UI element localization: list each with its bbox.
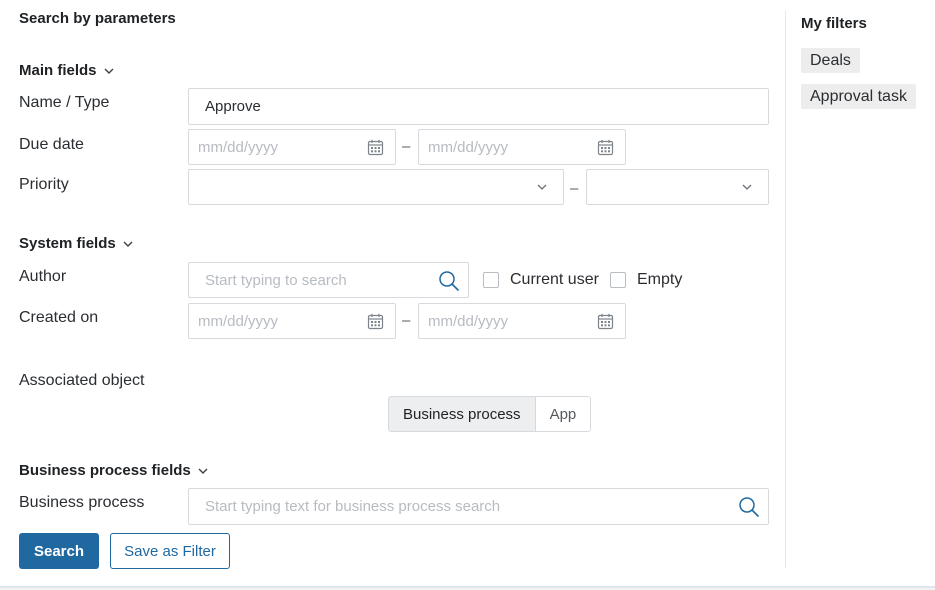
created-on-from-input[interactable]: mm/dd/yyyy	[188, 303, 396, 339]
bp-fields-toggle[interactable]: Business process fields	[19, 462, 209, 479]
name-type-label: Name / Type	[19, 94, 110, 111]
name-type-value: Approve	[205, 98, 261, 115]
search-icon[interactable]	[438, 270, 460, 292]
panel-title: Search by parameters	[19, 10, 176, 27]
priority-from-select[interactable]	[188, 169, 564, 205]
empty-checkbox[interactable]	[610, 272, 626, 288]
segment-business-process[interactable]: Business process	[389, 397, 536, 431]
bp-fields-heading: Business process fields	[19, 462, 191, 479]
search-button[interactable]: Search	[19, 533, 99, 569]
created-on-to-input[interactable]: mm/dd/yyyy	[418, 303, 626, 339]
business-process-placeholder: Start typing text for business process s…	[205, 498, 501, 515]
priority-label: Priority	[19, 176, 69, 193]
main-fields-toggle[interactable]: Main fields	[19, 62, 115, 79]
due-date-to-placeholder: mm/dd/yyyy	[428, 138, 509, 156]
author-label: Author	[19, 268, 67, 285]
chevron-down-icon	[742, 184, 752, 190]
chevron-down-icon	[123, 241, 133, 247]
due-date-from-input[interactable]: mm/dd/yyyy	[188, 129, 396, 165]
chevron-down-icon	[104, 68, 114, 74]
calendar-icon[interactable]	[597, 313, 614, 330]
search-filter-panel: Search by parameters Main fields Name / …	[0, 0, 935, 588]
due-date-separator: –	[402, 138, 411, 155]
save-as-filter-button[interactable]: Save as Filter	[110, 533, 230, 569]
priority-separator: –	[570, 180, 579, 197]
associated-object-label: Associated object	[19, 372, 145, 389]
segment-app[interactable]: App	[535, 397, 591, 431]
author-placeholder: Start typing to search	[205, 271, 347, 289]
empty-label[interactable]: Empty	[637, 271, 682, 289]
author-search-input[interactable]: Start typing to search	[188, 262, 469, 298]
due-date-from-placeholder: mm/dd/yyyy	[198, 138, 279, 156]
current-user-label[interactable]: Current user	[510, 271, 599, 289]
filter-chip-deals[interactable]: Deals	[801, 48, 860, 73]
search-icon[interactable]	[738, 496, 760, 518]
calendar-icon[interactable]	[367, 139, 384, 156]
chevron-down-icon	[537, 184, 547, 190]
priority-to-select[interactable]	[586, 169, 769, 205]
system-fields-heading: System fields	[19, 235, 116, 252]
sidebar-divider	[785, 10, 786, 568]
my-filters-title: My filters	[801, 15, 867, 32]
created-on-separator: –	[402, 312, 411, 329]
name-type-input[interactable]: Approve	[188, 88, 769, 125]
chevron-down-icon	[198, 468, 208, 474]
system-fields-toggle[interactable]: System fields	[19, 235, 134, 252]
due-date-to-input[interactable]: mm/dd/yyyy	[418, 129, 626, 165]
business-process-label: Business process	[19, 494, 145, 511]
created-on-label: Created on	[19, 309, 99, 326]
current-user-checkbox[interactable]	[483, 272, 499, 288]
created-on-to-placeholder: mm/dd/yyyy	[428, 312, 509, 330]
associated-object-switch: Business process App	[388, 396, 592, 432]
main-fields-heading: Main fields	[19, 62, 97, 79]
due-date-label: Due date	[19, 136, 84, 153]
calendar-icon[interactable]	[367, 313, 384, 330]
business-process-search-input[interactable]: Start typing text for business process s…	[188, 488, 769, 525]
filter-chip-approval-task[interactable]: Approval task	[801, 84, 916, 109]
calendar-icon[interactable]	[597, 139, 614, 156]
created-on-from-placeholder: mm/dd/yyyy	[198, 312, 279, 330]
